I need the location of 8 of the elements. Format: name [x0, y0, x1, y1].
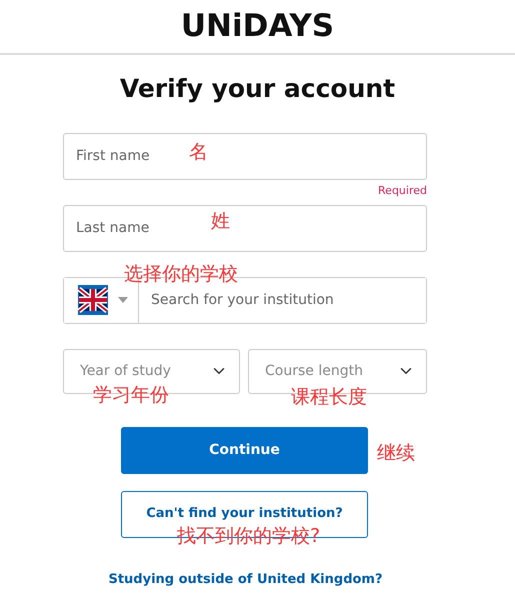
- annotation-text: 名: [189, 143, 208, 162]
- annotation-text: 继续: [377, 444, 415, 463]
- continue-button[interactable]: Continue: [121, 426, 368, 474]
- logo: UNiDAYS: [180, 11, 334, 42]
- link[interactable]: Studying outside of United Kingdom?: [108, 570, 383, 589]
- error-text: Required: [378, 184, 427, 196]
- page-title: Verify your account: [118, 73, 396, 105]
- annotation-text: 姓: [211, 212, 230, 231]
